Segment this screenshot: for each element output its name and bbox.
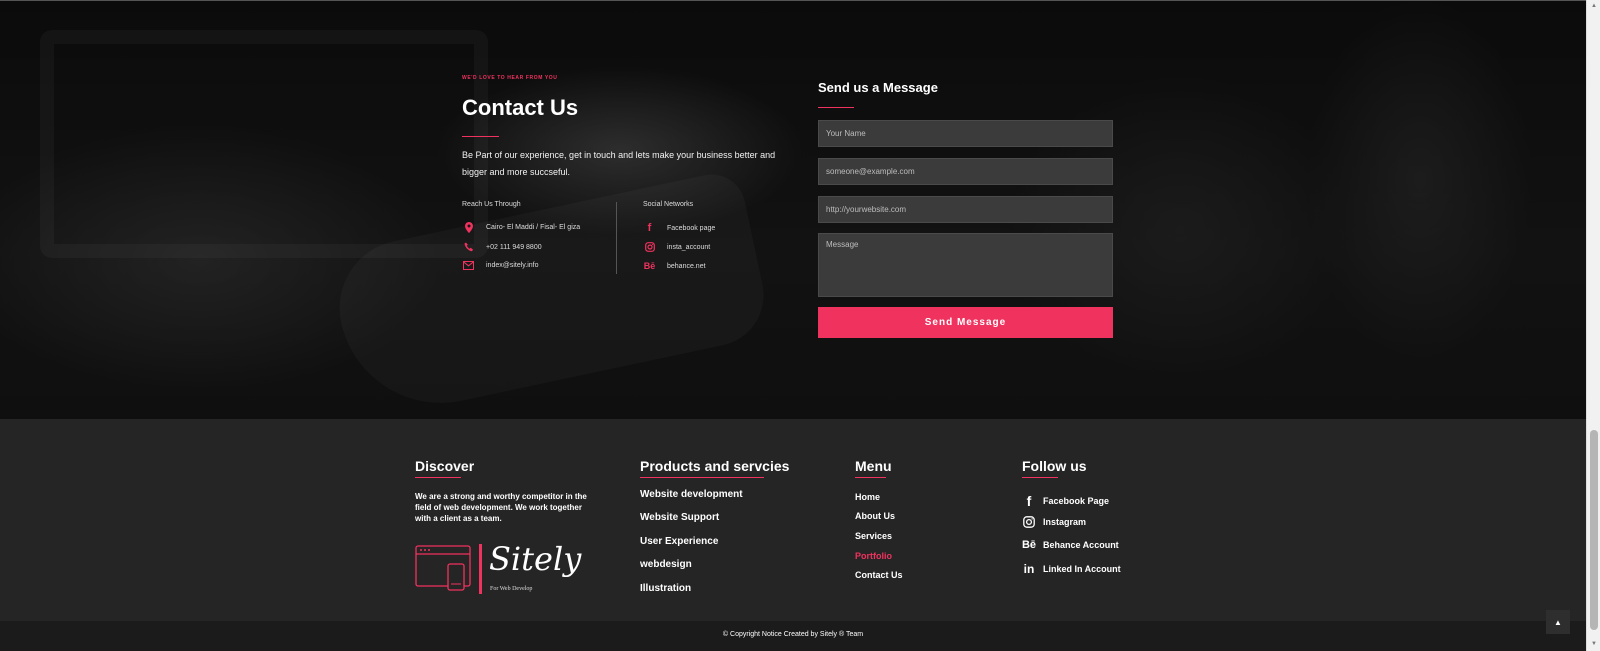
follow-behance-label: Behance Account <box>1043 540 1119 550</box>
product-link-illustration[interactable]: Illustration <box>640 583 691 594</box>
footer <box>0 419 1586 621</box>
phone-text: +02 111 949 8800 <box>486 243 542 251</box>
behance-link: behance.net <box>667 262 706 270</box>
follow-facebook-label: Facebook Page <box>1043 496 1110 506</box>
address-text: Cairo- El Maddi / Fisal- El giza <box>486 224 581 231</box>
envelope-icon <box>462 261 475 270</box>
page-scrollbar[interactable]: ▲ ▼ <box>1586 0 1600 651</box>
copyright-text: © Copyright Notice Created by Sitely ® T… <box>722 631 864 638</box>
form-title-underline <box>818 107 854 108</box>
logo-tagline: For Web Develop <box>490 586 533 592</box>
name-input[interactable]: Your Name <box>818 120 1113 147</box>
contact-title: Contact Us <box>462 95 579 120</box>
scroll-down-arrow-icon[interactable]: ▼ <box>1590 640 1598 648</box>
follow-linkedin-label: Linked In Account <box>1043 564 1121 574</box>
social-heading: Social Networks <box>643 201 694 208</box>
follow-heading: Follow us <box>1022 458 1087 474</box>
logo-divider <box>479 544 482 594</box>
follow-linkedin[interactable]: in Linked In Account <box>1022 562 1121 576</box>
top-divider <box>0 0 1586 1</box>
facebook-link: Facebook page <box>667 224 716 232</box>
email-text: index@sitely.info <box>486 262 539 269</box>
behance-icon: Bē <box>643 261 656 271</box>
social-item-facebook[interactable]: f Facebook page <box>643 222 716 234</box>
menu-link-home[interactable]: Home <box>855 492 880 502</box>
email-input[interactable]: someone@example.com <box>818 158 1113 185</box>
follow-facebook[interactable]: f Facebook Page <box>1022 493 1109 509</box>
menu-link-contact-us[interactable]: Contact Us <box>855 570 903 580</box>
back-to-top-button[interactable]: ▲ <box>1546 610 1570 634</box>
title-underline <box>462 136 499 137</box>
products-underline <box>640 477 764 478</box>
website-input[interactable]: http://yourwebsite.com <box>818 196 1113 223</box>
product-link-website-development[interactable]: Website development <box>640 489 743 500</box>
devices-logo-icon <box>415 545 471 591</box>
instagram-icon <box>1022 516 1036 528</box>
reach-item-email[interactable]: index@sitely.info <box>462 261 539 270</box>
scroll-up-arrow-icon[interactable]: ▲ <box>1590 2 1598 10</box>
product-link-user-experience[interactable]: User Experience <box>640 536 718 547</box>
discover-heading: Discover <box>415 458 475 474</box>
contact-section: WE'D LOVE TO HEAR FROM YOU Contact Us Be… <box>0 0 1586 419</box>
menu-underline <box>855 477 886 478</box>
reach-item-phone[interactable]: +02 111 949 8800 <box>462 242 542 252</box>
follow-underline <box>1022 477 1058 478</box>
social-item-instagram[interactable]: insta_account <box>643 242 710 252</box>
reach-heading: Reach Us Through <box>462 201 521 208</box>
facebook-icon: f <box>647 222 652 234</box>
products-heading: Products and servcies <box>640 458 790 474</box>
chevron-up-icon: ▲ <box>1554 617 1562 627</box>
discover-text: We are a strong and worthy competitor in… <box>415 492 587 523</box>
column-divider <box>616 202 617 274</box>
product-link-webdesign[interactable]: webdesign <box>640 559 692 570</box>
menu-heading: Menu <box>855 458 892 474</box>
reach-item-address: Cairo- El Maddi / Fisal- El giza <box>462 222 580 233</box>
form-title: Send us a Message <box>818 80 938 95</box>
logo-wordmark: Sitely <box>489 540 582 578</box>
scrollbar-thumb[interactable] <box>1590 430 1598 630</box>
page: WE'D LOVE TO HEAR FROM YOU Contact Us Be… <box>0 0 1600 651</box>
instagram-link: insta_account <box>667 243 711 251</box>
follow-behance[interactable]: Bē Behance Account <box>1022 539 1119 551</box>
follow-instagram[interactable]: Instagram <box>1022 516 1086 528</box>
product-link-website-support[interactable]: Website Support <box>640 512 719 523</box>
message-textarea[interactable]: Message <box>818 233 1113 297</box>
menu-link-about-us[interactable]: About Us <box>855 511 895 521</box>
instagram-icon <box>643 242 656 252</box>
sitely-logo[interactable]: Sitely For Web Develop <box>415 540 585 594</box>
linkedin-icon: in <box>1023 562 1035 576</box>
social-item-behance[interactable]: Bē behance.net <box>643 261 706 271</box>
contact-eyebrow: WE'D LOVE TO HEAR FROM YOU <box>462 75 558 81</box>
follow-instagram-label: Instagram <box>1043 517 1087 527</box>
facebook-icon: f <box>1026 493 1032 509</box>
menu-link-services[interactable]: Services <box>855 531 892 541</box>
send-message-button[interactable]: Send Message <box>818 307 1113 338</box>
discover-underline <box>415 477 461 478</box>
contact-description: Be Part of our experience, get in touch … <box>462 150 776 177</box>
phone-icon <box>462 242 475 252</box>
menu-link-portfolio[interactable]: Portfolio <box>855 551 892 561</box>
behance-icon: Bē <box>1021 539 1037 551</box>
map-marker-icon <box>462 222 475 233</box>
